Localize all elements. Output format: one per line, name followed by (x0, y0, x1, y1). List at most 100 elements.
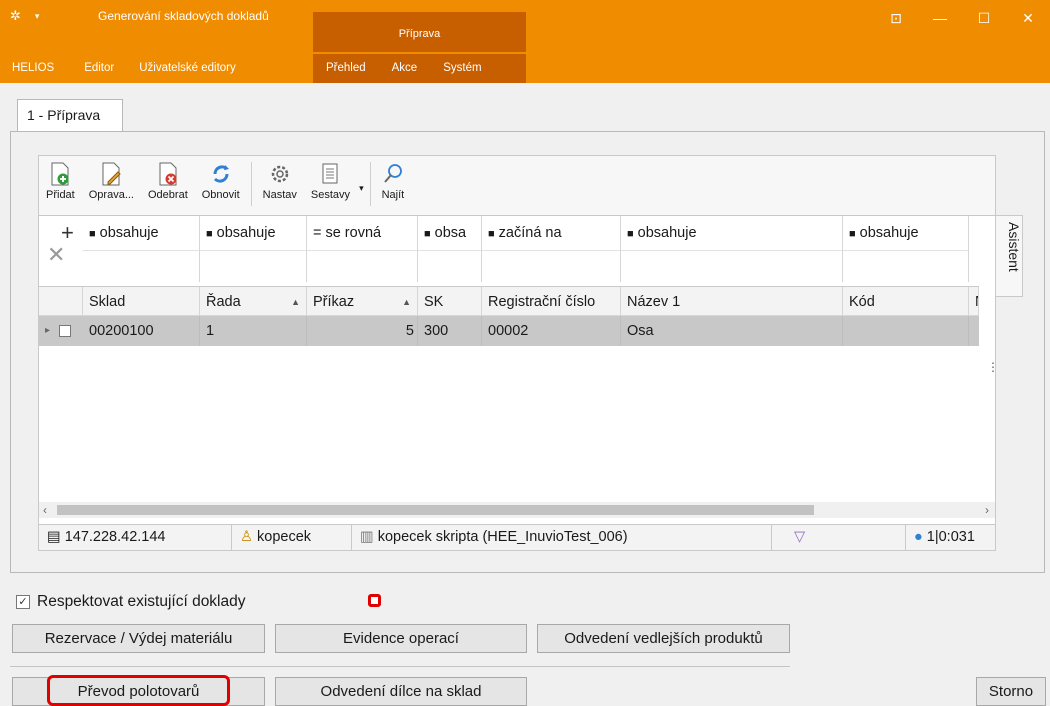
divider (10, 666, 790, 667)
rezervace-button[interactable]: Rezervace / Výdej materiálu (12, 624, 265, 653)
column-header-nazev[interactable]: Název 1 (621, 287, 843, 315)
reports-label: Sestavy (310, 189, 351, 201)
minimize-button[interactable]: — (918, 0, 962, 36)
column-header-rada[interactable]: Řada ▲ (200, 287, 307, 315)
asistent-tab[interactable]: Asistent (995, 215, 1023, 297)
menu-helios[interactable]: HELIOS (0, 54, 67, 83)
row-checkbox[interactable] (59, 325, 71, 337)
status-counter: ● 1|0:031 (906, 525, 997, 550)
search-icon (384, 164, 402, 183)
remove-button[interactable]: Odebrat (141, 162, 195, 215)
menu-prehled[interactable]: Přehled (313, 54, 379, 83)
menu-editor[interactable]: Editor (67, 54, 127, 83)
add-button[interactable]: Přidat (39, 162, 82, 215)
cell-prikaz: 5 (307, 316, 418, 346)
data-grid: ✕ ■ obsahuje ■ obsahuje = se rovná ■ obsa ■ z… (38, 215, 996, 550)
tab-priprava[interactable]: 1 - Příprava (17, 99, 123, 131)
odvedeni-vedlejsich-button[interactable]: Odvedení vedlejších produktů (537, 624, 790, 653)
horizontal-scrollbar[interactable]: ‹ › (39, 502, 995, 518)
checkbox-box[interactable]: ✓ (16, 595, 30, 609)
edit-icon (102, 162, 122, 186)
filter-operator-kod[interactable]: ■ obsahuje (843, 216, 969, 250)
filter-op-label: obsahuje (216, 225, 276, 241)
annotation-marker (368, 594, 381, 607)
evidence-button[interactable]: Evidence operací (275, 624, 527, 653)
cursor-crosshair-icon: + (61, 220, 74, 245)
filter-input-kod[interactable] (843, 250, 969, 282)
find-label: Najít (381, 189, 405, 201)
splitter-handle[interactable]: ⋮ (987, 360, 999, 374)
filter-operator-registracni[interactable]: ■ začíná na (482, 216, 621, 250)
menu-system[interactable]: Systém (430, 54, 494, 83)
status-bar: ▤ 147.228.42.144 ♙ kopecek ▥ kopecek skript… (38, 524, 996, 551)
filter-input-registracni[interactable] (482, 250, 621, 282)
odvedeni-dilce-button[interactable]: Odvedení dílce na sklad (275, 677, 527, 706)
gear-icon (271, 165, 289, 183)
maximize-button[interactable]: ☐ (962, 0, 1006, 36)
sort-ascending-icon: ▲ (291, 297, 300, 307)
scroll-right-icon[interactable]: › (985, 502, 989, 518)
menu-user-editors[interactable]: Uživatelské editory (127, 54, 249, 83)
filter-symbol-icon: ■ (627, 228, 634, 240)
filter-input-nazev[interactable] (621, 250, 843, 282)
edit-button[interactable]: Oprava... (82, 162, 141, 215)
filter-input-sk[interactable] (418, 250, 482, 282)
scrollbar-thumb[interactable] (57, 505, 814, 515)
column-label: Příkaz (313, 294, 355, 310)
filter-input-rada[interactable] (200, 250, 307, 282)
sort-ascending-icon: ▲ (402, 297, 411, 307)
filter-input-sklad[interactable] (83, 250, 200, 282)
filter-symbol-icon: ■ (89, 228, 96, 240)
refresh-button[interactable]: Obnovit (195, 162, 247, 215)
filter-op-label: obsahuje (99, 225, 159, 241)
filter-operator-prikaz[interactable]: = se rovná (307, 216, 418, 250)
cell-sklad: 00200100 (83, 316, 200, 346)
user-icon: ♙ (240, 529, 253, 545)
cell-sk: 300 (418, 316, 482, 346)
filter-op-label: obsahuje (859, 225, 919, 241)
filter-operator-rada[interactable]: ■ obsahuje (200, 216, 307, 250)
column-header-sk[interactable]: SK (418, 287, 482, 315)
column-header-row: Sklad Řada ▲ Příkaz ▲ SK Registrační číslo… (39, 286, 979, 316)
filter-operator-nazev[interactable]: ■ obsahuje (621, 216, 843, 250)
filter-op-label: se rovná (325, 225, 382, 241)
filter-operator-sklad[interactable]: ■ obsahuje (83, 216, 200, 250)
ribbon-context-menu: Přehled Akce Systém (313, 54, 526, 83)
column-header-registracni[interactable]: Registrační číslo (482, 287, 621, 315)
cell-nazev: Osa (621, 316, 843, 346)
row-indicator: ▸ (39, 316, 83, 346)
cell-registracni: 00002 (482, 316, 621, 346)
filter-op-label: začíná na (498, 225, 562, 241)
reports-dropdown[interactable]: ▾ (357, 162, 366, 215)
remove-label: Odebrat (148, 189, 188, 201)
column-header-n[interactable]: N (969, 287, 979, 315)
column-header-kod[interactable]: Kód (843, 287, 969, 315)
filter-input-prikaz[interactable] (307, 250, 418, 282)
column-header-sklad[interactable]: Sklad (83, 287, 200, 315)
storno-button[interactable]: Storno (976, 677, 1046, 706)
title-bar: ✲ ▾ Generování skladových dokladů Přípra… (0, 0, 1050, 83)
cell-kod (843, 316, 969, 346)
column-label: Řada (206, 294, 241, 310)
quick-access-dropdown-icon[interactable]: ▾ (35, 11, 40, 22)
settings-button[interactable]: Nastav (256, 162, 304, 215)
status-user: ♙ kopecek (232, 525, 352, 550)
filter-operators-row: ■ obsahuje ■ obsahuje = se rovná ■ obsa ■ zač… (39, 216, 979, 250)
filter-op-label: obsahuje (637, 225, 697, 241)
filter-operator-sk[interactable]: ■ obsa (418, 216, 482, 250)
close-button[interactable]: ✕ (1006, 0, 1050, 36)
respect-existing-checkbox[interactable]: ✓ Respektovat existující doklady (16, 593, 246, 611)
refresh-icon (213, 165, 229, 183)
table-row[interactable]: ▸ 00200100 1 5 300 00002 Osa (39, 316, 979, 346)
edit-label: Oprava... (88, 189, 134, 201)
column-header-prikaz[interactable]: Příkaz ▲ (307, 287, 418, 315)
scroll-left-icon[interactable]: ‹ (43, 502, 47, 518)
pin-icon[interactable]: ⊡ (874, 0, 918, 36)
reports-button[interactable]: Sestavy (304, 162, 357, 215)
info-icon: ● (914, 529, 923, 545)
remove-icon (159, 162, 177, 186)
menu-akce[interactable]: Akce (379, 54, 431, 83)
database-icon: ▥ (360, 529, 374, 545)
find-button[interactable]: Najít (375, 162, 412, 215)
status-filter[interactable]: ▽ (772, 525, 906, 550)
